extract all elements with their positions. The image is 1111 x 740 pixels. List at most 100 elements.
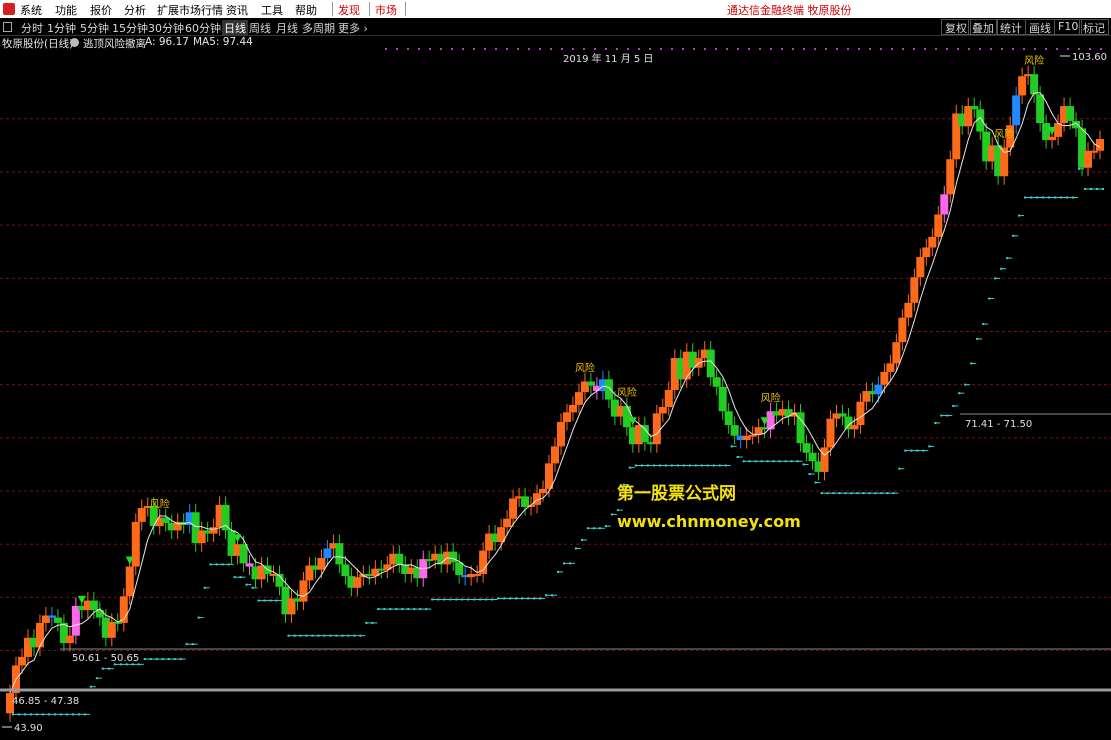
signal-dot: [1078, 48, 1080, 50]
signal-dot: [737, 48, 739, 50]
period-tab-monthly[interactable]: 月线: [276, 20, 298, 36]
signal-dot: [825, 48, 827, 50]
menu-item-help[interactable]: 帮助: [295, 2, 317, 18]
candle-body: [916, 257, 925, 278]
menu-item-news[interactable]: 资讯: [226, 2, 248, 18]
price-label-high: 103.60: [1072, 52, 1107, 63]
price-chart[interactable]: 风险风险风险 风险风险风险 2019 年 11 月 5 日 103.60 71.4…: [0, 36, 1111, 740]
price-label-mid-left: 50.61 - 50.65: [72, 653, 139, 664]
indicator-name[interactable]: 逃顶风险撤离: [83, 36, 146, 51]
indicator-toggle-icon[interactable]: [70, 38, 79, 47]
signal-dot: [902, 48, 904, 50]
period-tab-weekly[interactable]: 周线: [249, 20, 271, 36]
candle-body: [856, 401, 865, 426]
statistics-button[interactable]: 统计: [996, 19, 1026, 35]
risk-label: 风险: [575, 361, 595, 374]
candle-body: [1066, 106, 1075, 121]
signal-dot: [550, 48, 552, 50]
signal-dot: [836, 48, 838, 50]
signal-dot: [781, 48, 783, 50]
signal-dot: [561, 48, 563, 50]
draw-line-button[interactable]: 画线: [1025, 19, 1055, 35]
signal-dot: [880, 48, 882, 50]
signal-dot: [869, 48, 871, 50]
candle-body: [748, 434, 757, 437]
candle-body: [904, 302, 913, 318]
period-tab-1min[interactable]: 1分钟: [47, 20, 76, 36]
price-label-low-range: 46.85 - 47.38: [12, 696, 79, 707]
signal-dot: [616, 48, 618, 50]
candle-body: [1090, 150, 1099, 153]
period-tab-5min[interactable]: 5分钟: [80, 20, 109, 36]
signal-dot: [660, 48, 662, 50]
signal-dot: [528, 48, 530, 50]
risk-label: 风险: [1024, 54, 1044, 67]
mark-button[interactable]: 标记: [1079, 19, 1109, 35]
menu-divider: [369, 2, 370, 16]
candle-body: [928, 236, 937, 248]
menu-divider: [332, 2, 333, 16]
signal-dot: [462, 48, 464, 50]
signal-dot: [451, 48, 453, 50]
signal-dot: [583, 48, 585, 50]
menu-item-discover[interactable]: 发现: [338, 2, 360, 18]
period-tab-multi[interactable]: 多周期: [302, 20, 335, 36]
menu-item-function[interactable]: 功能: [55, 2, 77, 18]
candle-body: [658, 407, 667, 414]
collapse-panel-icon[interactable]: [3, 22, 12, 32]
signal-dot: [473, 48, 475, 50]
signal-dot: [649, 48, 651, 50]
signal-dot: [572, 48, 574, 50]
menu-item-quote[interactable]: 报价: [90, 2, 112, 18]
candle-body: [922, 247, 931, 258]
candle-body: [586, 381, 595, 386]
candle-body: [1030, 74, 1039, 95]
signal-dot: [517, 48, 519, 50]
period-tab-15min[interactable]: 15分钟: [112, 20, 148, 36]
signal-dot: [627, 48, 629, 50]
candle-body: [946, 159, 955, 195]
signal-arrows: [77, 126, 1057, 604]
signal-dot: [693, 48, 695, 50]
candle-body: [551, 446, 559, 464]
menu-item-analysis[interactable]: 分析: [124, 2, 146, 18]
menu-item-tools[interactable]: 工具: [261, 2, 283, 18]
period-tab-more[interactable]: 更多 ›: [338, 20, 368, 36]
signal-dot: [726, 48, 728, 50]
candle-body: [89, 600, 98, 611]
candle-body: [341, 564, 350, 577]
signal-dot: [924, 48, 926, 50]
candle-body: [53, 617, 62, 623]
candle-body: [874, 384, 883, 395]
menu-item-market[interactable]: 市场: [375, 2, 397, 18]
stock-name[interactable]: 牧原股份(日线): [2, 36, 73, 51]
candle-body: [712, 377, 721, 387]
date-label: 2019 年 11 月 5 日: [563, 52, 653, 65]
period-tab-daily[interactable]: 日线: [222, 20, 248, 36]
signal-dot: [770, 48, 772, 50]
price-label-mid-right: 71.41 - 71.50: [965, 419, 1032, 430]
candle-body: [35, 622, 44, 648]
signal-dot: [1001, 48, 1003, 50]
signal-dots: [385, 48, 1102, 50]
period-tab-30min[interactable]: 30分钟: [148, 20, 184, 36]
candle-body: [107, 621, 116, 638]
menu-item-system[interactable]: 系统: [20, 2, 42, 18]
candles: [6, 65, 1104, 722]
candle-body: [568, 404, 577, 413]
candle-body: [574, 392, 583, 405]
ma5-line: [9, 92, 1101, 694]
menu-divider: [405, 2, 406, 16]
candle-body: [245, 563, 254, 567]
candle-body: [1054, 123, 1063, 137]
candle-body: [1096, 139, 1104, 151]
period-tab-intraday[interactable]: 分时: [21, 20, 43, 36]
menu-item-extended-market[interactable]: 扩展市场行情: [157, 2, 223, 18]
adjust-button[interactable]: 复权: [941, 19, 971, 35]
period-tab-60min[interactable]: 60分钟: [185, 20, 221, 36]
signal-dot: [946, 48, 948, 50]
signal-dot: [704, 48, 706, 50]
app-logo-icon[interactable]: [3, 3, 15, 15]
overlay-button[interactable]: 叠加: [968, 19, 998, 35]
candle-body: [1012, 95, 1021, 126]
